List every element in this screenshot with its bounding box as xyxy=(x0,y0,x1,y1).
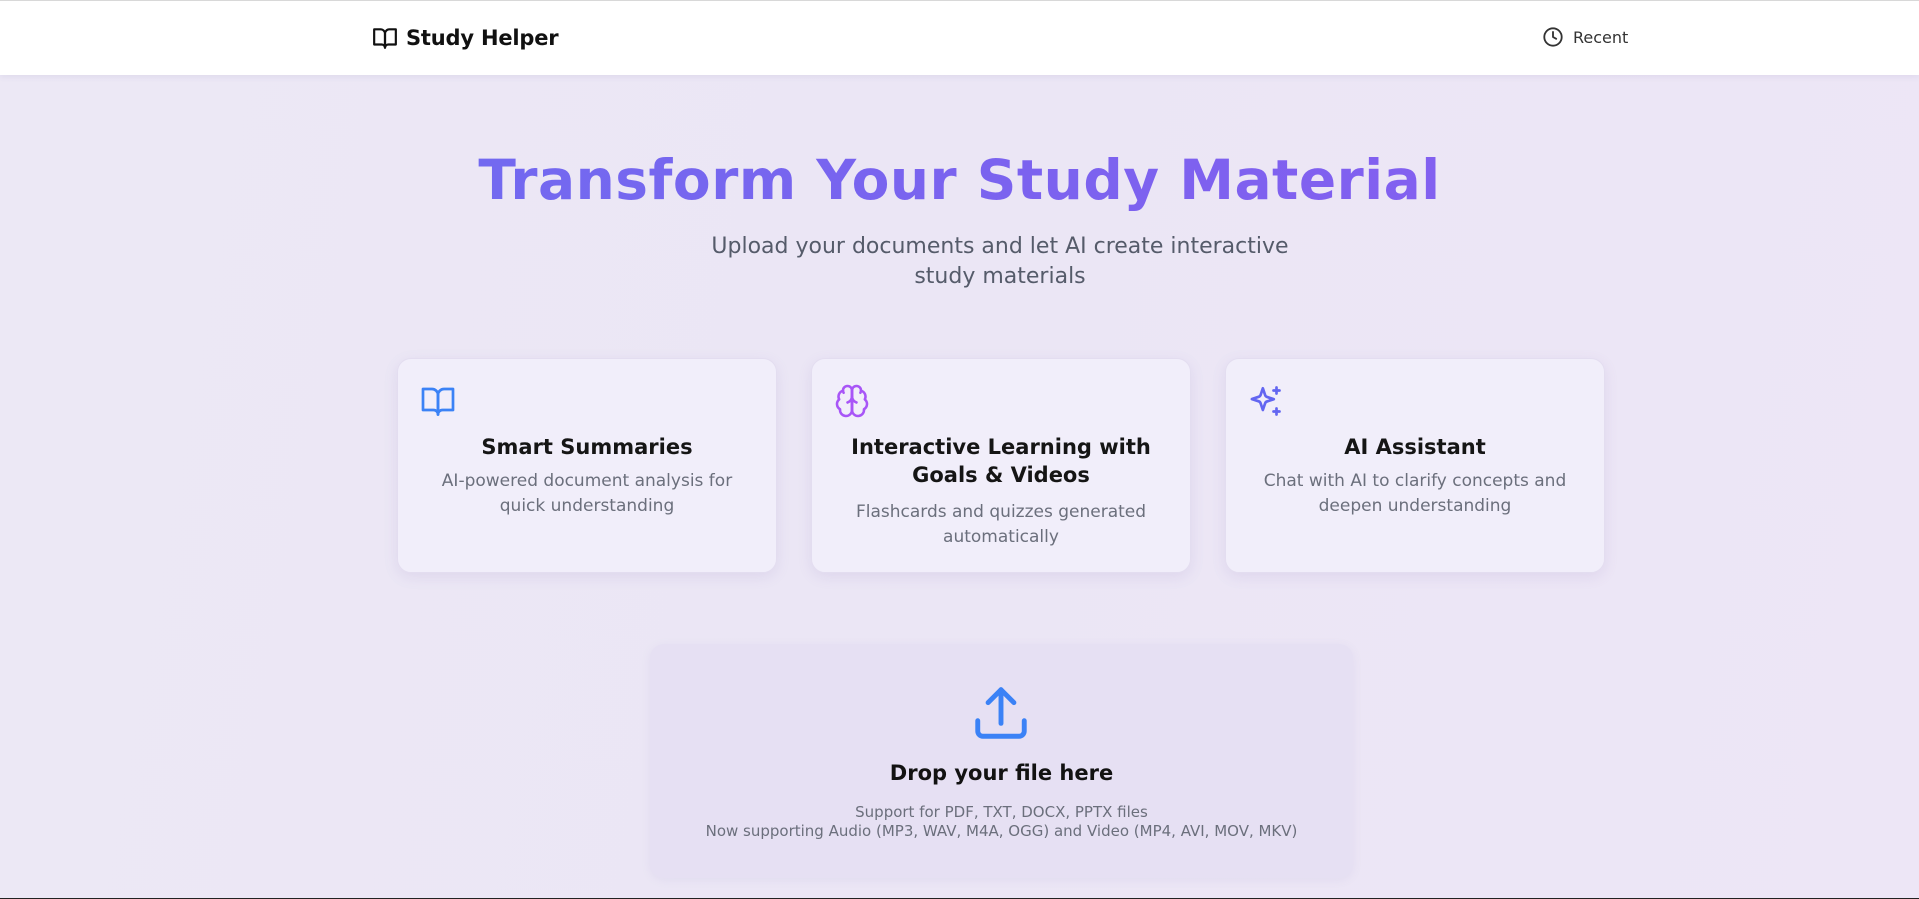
feature-description: Chat with AI to clarify concepts and dee… xyxy=(1263,471,1567,516)
recent-label: Recent xyxy=(1573,27,1629,47)
hero-subtitle: Upload your documents and let AI create … xyxy=(711,234,1289,289)
file-dropzone[interactable]: Drop your file here Support for PDF, TXT… xyxy=(650,644,1353,878)
hero-title: Transform Your Study Material xyxy=(0,148,1919,212)
sparkles-icon xyxy=(1250,386,1281,416)
book-open-icon xyxy=(421,387,455,416)
clock-icon xyxy=(1543,27,1563,47)
supported-formats: Support for PDF, TXT, DOCX, PPTX files xyxy=(855,803,1148,821)
top-nav: Study Helper Recent xyxy=(0,0,1919,75)
feature-card-interactive-learning: Interactive Learning with Goals & Videos… xyxy=(811,358,1191,573)
book-open-icon xyxy=(373,28,397,49)
brand[interactable]: Study Helper xyxy=(372,25,559,51)
brand-name: Study Helper xyxy=(406,26,559,50)
feature-description: Flashcards and quizzes generated automat… xyxy=(855,502,1147,547)
feature-title: AI Assistant xyxy=(1344,435,1486,459)
dropzone-title: Drop your file here xyxy=(889,761,1114,785)
feature-title: Smart Summaries xyxy=(481,435,693,459)
feature-card-smart-summaries: Smart Summaries AI-powered document anal… xyxy=(397,358,777,573)
brain-icon xyxy=(835,384,869,418)
upload-icon xyxy=(975,687,1027,739)
feature-card-ai-assistant: AI Assistant Chat with AI to clarify con… xyxy=(1225,358,1605,573)
page: Study Helper Recent Transform Your Study… xyxy=(0,0,1919,899)
supported-media: Now supporting Audio (MP3, WAV, M4A, OGG… xyxy=(705,822,1298,840)
feature-description: AI-powered document analysis for quick u… xyxy=(441,471,733,516)
recent-button[interactable]: Recent xyxy=(1542,26,1628,48)
feature-title: Interactive Learning with Goals & Videos xyxy=(851,435,1151,487)
